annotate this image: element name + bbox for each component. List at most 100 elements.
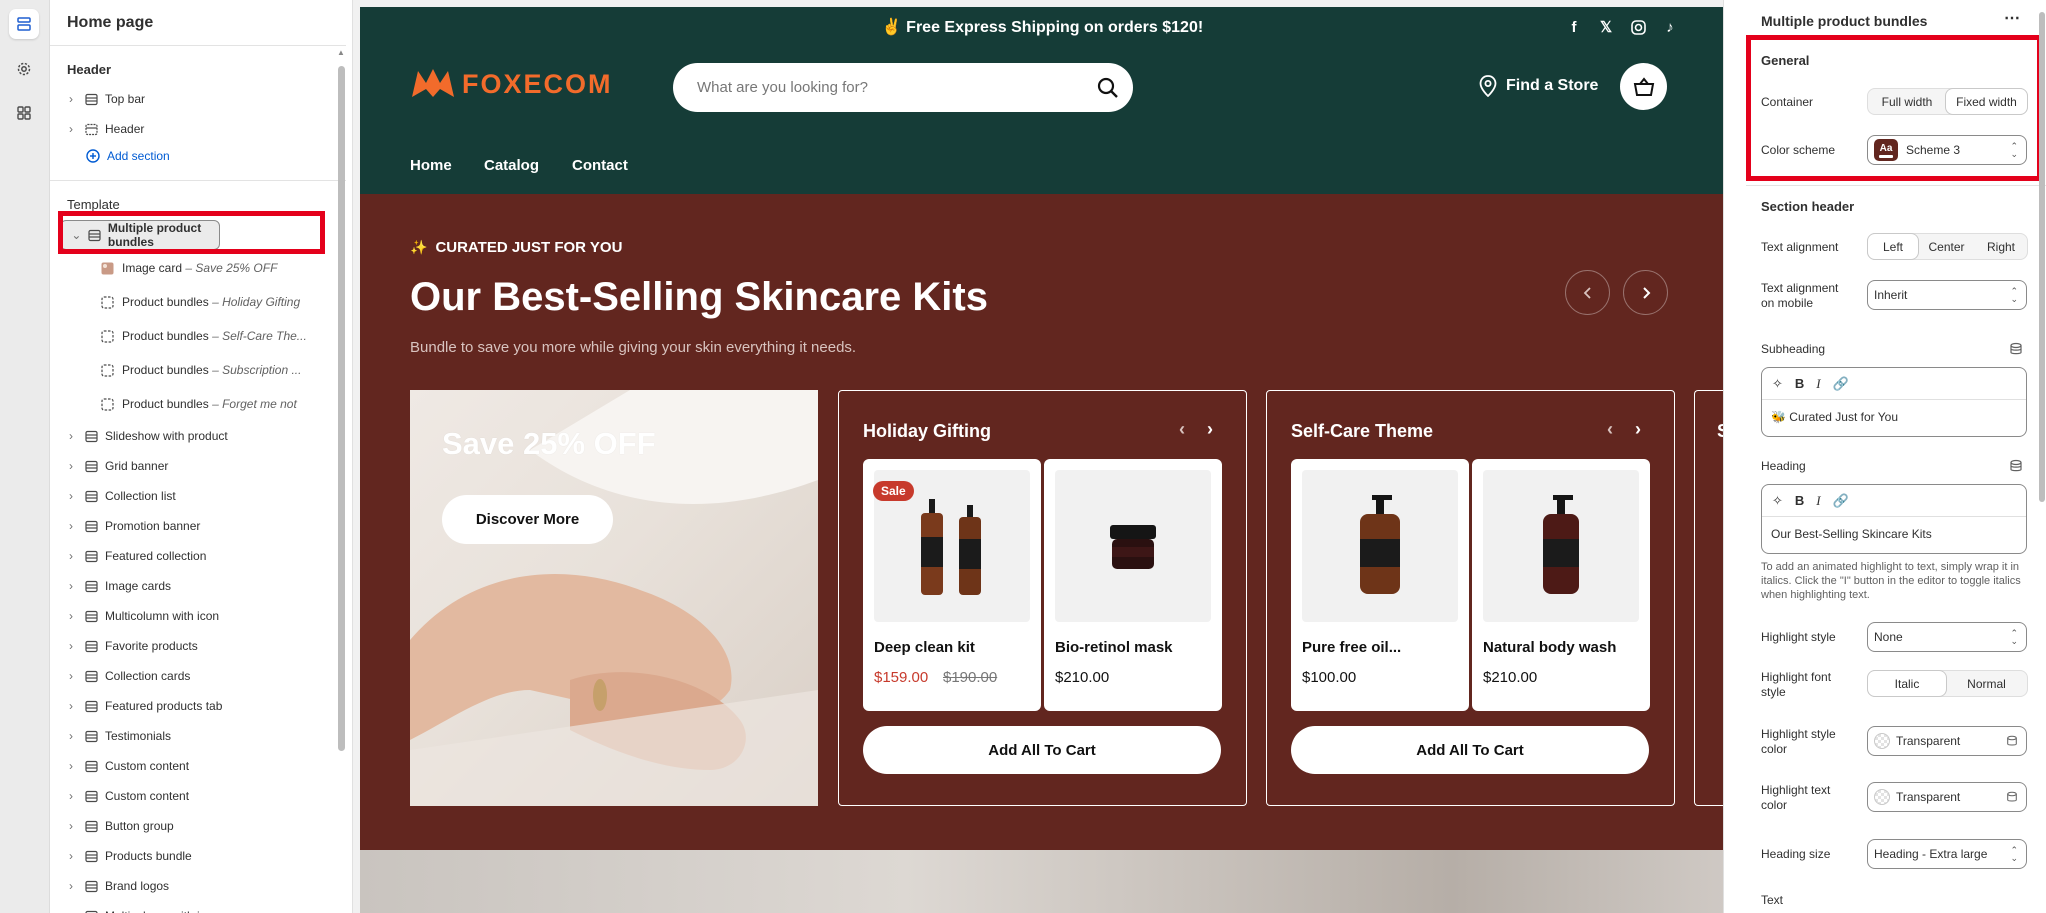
sidebar-item-favorite-products[interactable]: › Favorite products: [60, 633, 332, 659]
sidebar-scrollbar[interactable]: ▲: [337, 48, 345, 913]
menu-item-catalog[interactable]: Catalog: [484, 157, 539, 174]
product-name[interactable]: Deep clean kit: [874, 639, 975, 656]
chevron-right-icon[interactable]: ›: [64, 92, 78, 106]
sidebar-item-products-bundle[interactable]: › Products bundle: [60, 843, 332, 869]
sidebar-item-top-bar[interactable]: › Top bar: [60, 86, 332, 112]
italic-icon[interactable]: I: [1816, 493, 1820, 509]
bold-icon[interactable]: B: [1795, 376, 1804, 391]
scrollbar-thumb[interactable]: [338, 66, 345, 751]
add-all-to-cart-button[interactable]: Add All To Cart: [1291, 726, 1649, 774]
highlight-style-color-picker[interactable]: Transparent: [1867, 726, 2027, 756]
highlight-text-color-picker[interactable]: Transparent: [1867, 782, 2027, 812]
product-name[interactable]: Pure free oil...: [1302, 639, 1401, 656]
heading-size-select[interactable]: Heading - Extra large ⌃ ⌄: [1867, 839, 2027, 869]
normal-option[interactable]: Normal: [1946, 671, 2027, 696]
dynamic-source-icon[interactable]: [2006, 735, 2018, 747]
chevron-right-icon[interactable]: ›: [1635, 419, 1641, 440]
align-right-option[interactable]: Right: [1975, 234, 2027, 259]
product-name[interactable]: Bio-retinol mask: [1055, 639, 1173, 656]
sidebar-item-multicolumn-with-icon[interactable]: › Multicolumn with icon: [60, 903, 332, 913]
product-card[interactable]: Sale Deep clean kit $159.00 $190.00: [863, 459, 1041, 711]
chevron-right-icon[interactable]: ›: [64, 519, 78, 533]
sidebar-item-featured-collection[interactable]: › Featured collection: [60, 543, 332, 569]
block-product-bundles[interactable]: Product bundles – Forget me not: [100, 391, 352, 417]
italic-icon[interactable]: I: [1816, 376, 1820, 392]
settings-gear-icon[interactable]: [9, 54, 39, 84]
chevron-right-icon[interactable]: ›: [64, 579, 78, 593]
dynamic-source-icon[interactable]: [2006, 791, 2018, 803]
scroll-up-icon[interactable]: ▲: [337, 48, 345, 57]
block-image-card[interactable]: Image card – Save 25% OFF: [100, 255, 352, 281]
chevron-right-icon[interactable]: ›: [64, 819, 78, 833]
dynamic-source-icon[interactable]: [2009, 459, 2023, 473]
block-product-bundles[interactable]: Product bundles – Subscription ...: [100, 357, 352, 383]
align-center-option[interactable]: Center: [1918, 234, 1975, 259]
next-arrow-button[interactable]: [1623, 270, 1668, 315]
product-card[interactable]: Pure free oil... $100.00: [1291, 459, 1469, 711]
chevron-right-icon[interactable]: ›: [64, 729, 78, 743]
store-logo[interactable]: FOXECOM: [410, 67, 613, 101]
sidebar-item-collection-cards[interactable]: › Collection cards: [60, 663, 332, 689]
sidebar-item-collection-list[interactable]: › Collection list: [60, 483, 332, 509]
chevron-left-icon[interactable]: ‹: [1607, 419, 1613, 440]
find-store-link[interactable]: Find a Store: [1479, 75, 1598, 97]
sidebar-item-grid-banner[interactable]: › Grid banner: [60, 453, 332, 479]
highlight-style-select[interactable]: None ⌃ ⌄: [1867, 622, 2027, 652]
ai-sparkle-icon[interactable]: ✧: [1772, 493, 1783, 509]
product-card[interactable]: Bio-retinol mask $210.00: [1044, 459, 1222, 711]
block-product-bundles[interactable]: Product bundles – Holiday Gifting: [100, 289, 352, 315]
more-horizontal-icon[interactable]: ⋯: [2004, 8, 2020, 28]
image-card[interactable]: Save 25% OFF Discover More: [410, 390, 818, 806]
add-section-button[interactable]: Add section: [86, 149, 170, 163]
discover-more-button[interactable]: Discover More: [442, 495, 613, 544]
chevron-right-icon[interactable]: ›: [64, 789, 78, 803]
text-alignment-mobile-select[interactable]: Inherit ⌃ ⌄: [1867, 280, 2027, 310]
sidebar-item-testimonials[interactable]: › Testimonials: [60, 723, 332, 749]
link-icon[interactable]: 🔗: [1833, 376, 1849, 392]
search-input[interactable]: What are you looking for?: [673, 63, 1133, 112]
ai-sparkle-icon[interactable]: ✧: [1772, 376, 1783, 392]
sidebar-item-brand-logos[interactable]: › Brand logos: [60, 873, 332, 899]
dynamic-source-icon[interactable]: [2009, 342, 2023, 356]
subheading-value[interactable]: 🐝 Curated Just for You: [1771, 410, 1898, 424]
menu-item-home[interactable]: Home: [410, 157, 452, 174]
sidebar-item-custom-content[interactable]: › Custom content: [60, 753, 332, 779]
chevron-right-icon[interactable]: ›: [64, 429, 78, 443]
chevron-right-icon[interactable]: ›: [64, 489, 78, 503]
sidebar-item-slideshow-with-product[interactable]: › Slideshow with product: [60, 423, 332, 449]
chevron-left-icon[interactable]: ‹: [1179, 419, 1185, 440]
chevron-right-icon[interactable]: ›: [64, 639, 78, 653]
settings-scrollbar[interactable]: [2039, 12, 2045, 502]
align-left-option[interactable]: Left: [1868, 234, 1918, 259]
facebook-icon[interactable]: f: [1565, 18, 1583, 36]
instagram-icon[interactable]: [1629, 18, 1647, 36]
sidebar-item-button-group[interactable]: › Button group: [60, 813, 332, 839]
prev-arrow-button[interactable]: [1565, 270, 1610, 315]
sidebar-item-image-cards[interactable]: › Image cards: [60, 573, 332, 599]
chevron-right-icon[interactable]: ›: [64, 699, 78, 713]
bold-icon[interactable]: B: [1795, 493, 1804, 508]
chevron-right-icon[interactable]: ›: [64, 909, 78, 913]
sections-icon[interactable]: [9, 9, 39, 39]
heading-editor[interactable]: ✧ B I 🔗 Our Best-Selling Skincare Kits: [1761, 484, 2027, 554]
chevron-right-icon[interactable]: ›: [64, 849, 78, 863]
sidebar-item-featured-products-tab[interactable]: › Featured products tab: [60, 693, 332, 719]
chevron-right-icon[interactable]: ›: [64, 669, 78, 683]
chevron-right-icon[interactable]: ›: [64, 459, 78, 473]
heading-value[interactable]: Our Best-Selling Skincare Kits: [1771, 527, 1932, 541]
chevron-right-icon[interactable]: ›: [1207, 419, 1213, 440]
product-name[interactable]: Natural body wash: [1483, 639, 1616, 656]
x-icon[interactable]: 𝕏: [1597, 18, 1615, 36]
cart-button[interactable]: [1620, 63, 1667, 110]
product-card[interactable]: Natural body wash $210.00: [1472, 459, 1650, 711]
chevron-right-icon[interactable]: ›: [64, 549, 78, 563]
chevron-right-icon[interactable]: ›: [64, 759, 78, 773]
menu-item-contact[interactable]: Contact: [572, 157, 628, 174]
apps-icon[interactable]: [9, 98, 39, 128]
italic-option[interactable]: Italic: [1868, 671, 1946, 696]
block-product-bundles[interactable]: Product bundles – Self-Care The...: [100, 323, 352, 349]
chevron-right-icon[interactable]: ›: [64, 609, 78, 623]
add-all-to-cart-button[interactable]: Add All To Cart: [863, 726, 1221, 774]
chevron-right-icon[interactable]: ›: [64, 879, 78, 893]
sidebar-item-custom-content[interactable]: › Custom content: [60, 783, 332, 809]
